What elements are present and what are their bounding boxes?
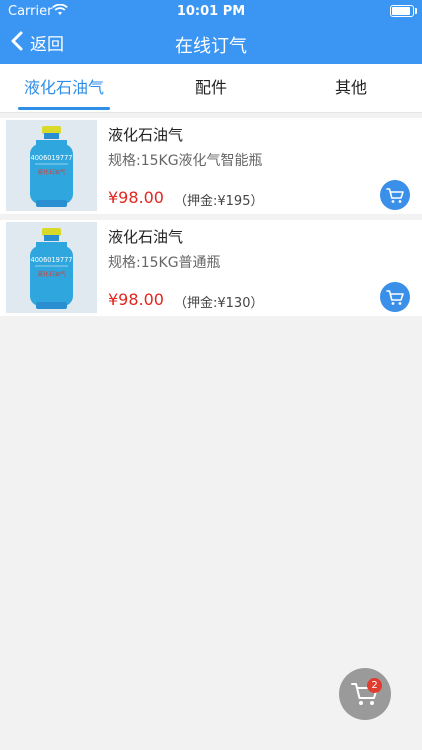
product-spec: 规格:15KG普通瓶 xyxy=(108,255,221,271)
cylinder-label: 液化石油气 xyxy=(38,168,66,176)
product-deposit: （押金:¥195） xyxy=(174,194,264,209)
cart-icon xyxy=(339,683,391,724)
tab-lpg-label: 液化石油气 xyxy=(23,78,104,97)
tab-accessories[interactable]: 配件 xyxy=(170,64,252,112)
product-image: 4006019777 液化石油气 xyxy=(6,222,97,313)
product-name: 液化石油气 xyxy=(108,126,184,144)
add-to-cart-button[interactable] xyxy=(380,180,410,210)
battery-icon xyxy=(390,5,417,17)
add-to-cart-button[interactable] xyxy=(380,282,410,312)
status-bar: Carrier 10:01 PM xyxy=(0,0,422,22)
cylinder-phone: 4006019777 xyxy=(31,256,73,264)
nav-bar: 返回 在线订气 xyxy=(0,22,422,64)
header: Carrier 10:01 PM 返回 在线订气 xyxy=(0,0,422,64)
product-name: 液化石油气 xyxy=(108,228,184,246)
product-item[interactable]: 4006019777 液化石油气 液化石油气 规格:15KG液化气智能瓶 ¥98… xyxy=(0,118,422,214)
product-image: 4006019777 液化石油气 xyxy=(6,120,97,211)
product-price: ¥98.00 xyxy=(108,290,164,309)
cart-icon xyxy=(380,290,410,316)
product-price: ¥98.00 xyxy=(108,188,164,207)
page-title: 在线订气 xyxy=(175,36,247,57)
floating-cart-button[interactable] xyxy=(339,668,391,720)
tab-lpg[interactable]: 液化石油气 xyxy=(18,64,110,112)
product-spec: 规格:15KG液化气智能瓶 xyxy=(108,153,263,169)
product-item[interactable]: 4006019777 液化石油气 液化石油气 规格:15KG普通瓶 ¥98.00… xyxy=(0,220,422,316)
cart-count-badge: 2 xyxy=(367,678,382,693)
tab-other[interactable]: 其他 xyxy=(310,64,392,112)
tab-other-label: 其他 xyxy=(334,78,367,97)
cylinder-label: 液化石油气 xyxy=(38,270,66,278)
tab-active-indicator xyxy=(18,107,110,110)
product-list: 4006019777 液化石油气 液化石油气 规格:15KG液化气智能瓶 ¥98… xyxy=(0,118,422,322)
status-time: 10:01 PM xyxy=(176,4,246,19)
cart-icon xyxy=(380,188,410,214)
tab-accessories-label: 配件 xyxy=(194,78,227,97)
cylinder-phone: 4006019777 xyxy=(31,154,73,162)
category-tabs: 液化石油气 配件 其他 xyxy=(0,64,422,113)
product-deposit: （押金:¥130） xyxy=(174,296,264,311)
